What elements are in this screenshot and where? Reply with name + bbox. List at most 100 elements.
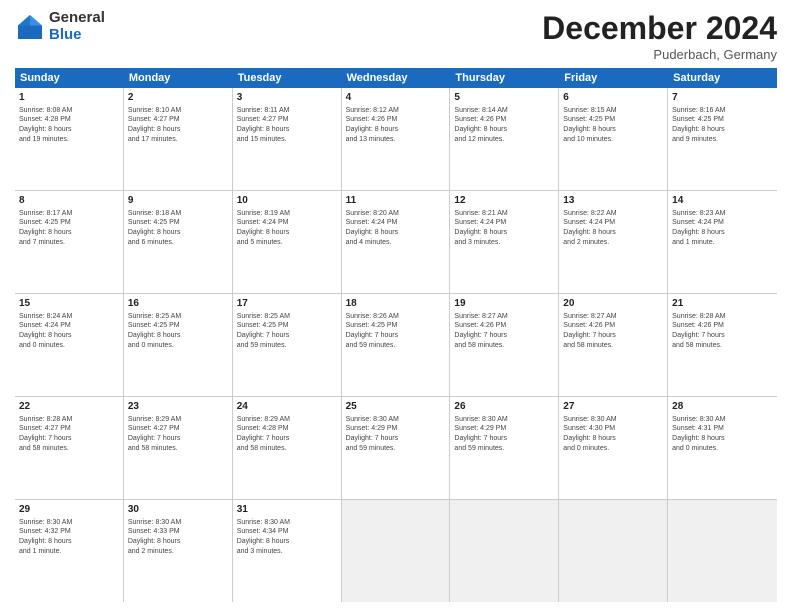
header-day-wednesday: Wednesday <box>342 68 451 88</box>
day-number: 15 <box>19 297 119 311</box>
day-info: Sunrise: 8:30 AMSunset: 4:31 PMDaylight:… <box>672 415 773 454</box>
day-number: 13 <box>563 194 663 208</box>
table-row: 2Sunrise: 8:10 AMSunset: 4:27 PMDaylight… <box>124 88 233 190</box>
logo-icon <box>15 12 45 42</box>
day-number: 28 <box>672 400 773 414</box>
table-row: 30Sunrise: 8:30 AMSunset: 4:33 PMDayligh… <box>124 500 233 602</box>
table-row: 9Sunrise: 8:18 AMSunset: 4:25 PMDaylight… <box>124 191 233 293</box>
month-title: December 2024 <box>542 10 777 47</box>
calendar-row-1: 1Sunrise: 8:08 AMSunset: 4:28 PMDaylight… <box>15 88 777 191</box>
table-row: 21Sunrise: 8:28 AMSunset: 4:26 PMDayligh… <box>668 294 777 396</box>
day-info: Sunrise: 8:30 AMSunset: 4:29 PMDaylight:… <box>454 415 554 454</box>
day-info: Sunrise: 8:28 AMSunset: 4:27 PMDaylight:… <box>19 415 119 454</box>
header-day-sunday: Sunday <box>15 68 124 88</box>
table-row: 7Sunrise: 8:16 AMSunset: 4:25 PMDaylight… <box>668 88 777 190</box>
day-info: Sunrise: 8:22 AMSunset: 4:24 PMDaylight:… <box>563 209 663 248</box>
table-row <box>559 500 668 602</box>
calendar: SundayMondayTuesdayWednesdayThursdayFrid… <box>15 68 777 602</box>
calendar-row-2: 8Sunrise: 8:17 AMSunset: 4:25 PMDaylight… <box>15 191 777 294</box>
day-info: Sunrise: 8:18 AMSunset: 4:25 PMDaylight:… <box>128 209 228 248</box>
day-number: 22 <box>19 400 119 414</box>
day-info: Sunrise: 8:27 AMSunset: 4:26 PMDaylight:… <box>454 312 554 351</box>
day-number: 21 <box>672 297 773 311</box>
table-row: 31Sunrise: 8:30 AMSunset: 4:34 PMDayligh… <box>233 500 342 602</box>
day-info: Sunrise: 8:11 AMSunset: 4:27 PMDaylight:… <box>237 106 337 145</box>
day-info: Sunrise: 8:24 AMSunset: 4:24 PMDaylight:… <box>19 312 119 351</box>
day-number: 19 <box>454 297 554 311</box>
day-number: 7 <box>672 91 773 105</box>
day-info: Sunrise: 8:23 AMSunset: 4:24 PMDaylight:… <box>672 209 773 248</box>
day-number: 10 <box>237 194 337 208</box>
day-info: Sunrise: 8:12 AMSunset: 4:26 PMDaylight:… <box>346 106 446 145</box>
table-row: 14Sunrise: 8:23 AMSunset: 4:24 PMDayligh… <box>668 191 777 293</box>
day-number: 11 <box>346 194 446 208</box>
calendar-row-4: 22Sunrise: 8:28 AMSunset: 4:27 PMDayligh… <box>15 397 777 500</box>
location: Puderbach, Germany <box>542 47 777 62</box>
day-info: Sunrise: 8:30 AMSunset: 4:29 PMDaylight:… <box>346 415 446 454</box>
logo-text: General Blue <box>49 10 105 43</box>
day-info: Sunrise: 8:19 AMSunset: 4:24 PMDaylight:… <box>237 209 337 248</box>
table-row: 16Sunrise: 8:25 AMSunset: 4:25 PMDayligh… <box>124 294 233 396</box>
page: General Blue December 2024 Puderbach, Ge… <box>0 0 792 612</box>
logo-general-text: General <box>49 10 105 27</box>
day-number: 20 <box>563 297 663 311</box>
table-row: 3Sunrise: 8:11 AMSunset: 4:27 PMDaylight… <box>233 88 342 190</box>
day-info: Sunrise: 8:29 AMSunset: 4:28 PMDaylight:… <box>237 415 337 454</box>
table-row: 12Sunrise: 8:21 AMSunset: 4:24 PMDayligh… <box>450 191 559 293</box>
day-info: Sunrise: 8:20 AMSunset: 4:24 PMDaylight:… <box>346 209 446 248</box>
table-row: 5Sunrise: 8:14 AMSunset: 4:26 PMDaylight… <box>450 88 559 190</box>
day-info: Sunrise: 8:10 AMSunset: 4:27 PMDaylight:… <box>128 106 228 145</box>
table-row: 23Sunrise: 8:29 AMSunset: 4:27 PMDayligh… <box>124 397 233 499</box>
header-day-friday: Friday <box>559 68 668 88</box>
day-number: 8 <box>19 194 119 208</box>
table-row: 19Sunrise: 8:27 AMSunset: 4:26 PMDayligh… <box>450 294 559 396</box>
day-info: Sunrise: 8:15 AMSunset: 4:25 PMDaylight:… <box>563 106 663 145</box>
header-day-tuesday: Tuesday <box>233 68 342 88</box>
table-row: 29Sunrise: 8:30 AMSunset: 4:32 PMDayligh… <box>15 500 124 602</box>
day-info: Sunrise: 8:27 AMSunset: 4:26 PMDaylight:… <box>563 312 663 351</box>
day-number: 27 <box>563 400 663 414</box>
day-info: Sunrise: 8:30 AMSunset: 4:33 PMDaylight:… <box>128 518 228 557</box>
day-number: 30 <box>128 503 228 517</box>
table-row: 27Sunrise: 8:30 AMSunset: 4:30 PMDayligh… <box>559 397 668 499</box>
day-info: Sunrise: 8:21 AMSunset: 4:24 PMDaylight:… <box>454 209 554 248</box>
table-row <box>668 500 777 602</box>
table-row: 24Sunrise: 8:29 AMSunset: 4:28 PMDayligh… <box>233 397 342 499</box>
day-number: 12 <box>454 194 554 208</box>
table-row: 18Sunrise: 8:26 AMSunset: 4:25 PMDayligh… <box>342 294 451 396</box>
day-number: 29 <box>19 503 119 517</box>
day-info: Sunrise: 8:30 AMSunset: 4:34 PMDaylight:… <box>237 518 337 557</box>
table-row <box>450 500 559 602</box>
day-info: Sunrise: 8:17 AMSunset: 4:25 PMDaylight:… <box>19 209 119 248</box>
day-number: 31 <box>237 503 337 517</box>
day-info: Sunrise: 8:16 AMSunset: 4:25 PMDaylight:… <box>672 106 773 145</box>
table-row: 6Sunrise: 8:15 AMSunset: 4:25 PMDaylight… <box>559 88 668 190</box>
header: General Blue December 2024 Puderbach, Ge… <box>15 10 777 62</box>
table-row: 11Sunrise: 8:20 AMSunset: 4:24 PMDayligh… <box>342 191 451 293</box>
table-row: 20Sunrise: 8:27 AMSunset: 4:26 PMDayligh… <box>559 294 668 396</box>
table-row: 8Sunrise: 8:17 AMSunset: 4:25 PMDaylight… <box>15 191 124 293</box>
day-number: 4 <box>346 91 446 105</box>
table-row <box>342 500 451 602</box>
table-row: 25Sunrise: 8:30 AMSunset: 4:29 PMDayligh… <box>342 397 451 499</box>
day-number: 25 <box>346 400 446 414</box>
day-number: 18 <box>346 297 446 311</box>
day-info: Sunrise: 8:30 AMSunset: 4:32 PMDaylight:… <box>19 518 119 557</box>
table-row: 10Sunrise: 8:19 AMSunset: 4:24 PMDayligh… <box>233 191 342 293</box>
day-number: 6 <box>563 91 663 105</box>
day-info: Sunrise: 8:30 AMSunset: 4:30 PMDaylight:… <box>563 415 663 454</box>
table-row: 1Sunrise: 8:08 AMSunset: 4:28 PMDaylight… <box>15 88 124 190</box>
day-info: Sunrise: 8:14 AMSunset: 4:26 PMDaylight:… <box>454 106 554 145</box>
table-row: 28Sunrise: 8:30 AMSunset: 4:31 PMDayligh… <box>668 397 777 499</box>
day-number: 1 <box>19 91 119 105</box>
header-day-monday: Monday <box>124 68 233 88</box>
day-info: Sunrise: 8:25 AMSunset: 4:25 PMDaylight:… <box>237 312 337 351</box>
day-number: 14 <box>672 194 773 208</box>
day-info: Sunrise: 8:25 AMSunset: 4:25 PMDaylight:… <box>128 312 228 351</box>
header-day-saturday: Saturday <box>668 68 777 88</box>
calendar-row-5: 29Sunrise: 8:30 AMSunset: 4:32 PMDayligh… <box>15 500 777 602</box>
day-number: 5 <box>454 91 554 105</box>
day-number: 24 <box>237 400 337 414</box>
day-info: Sunrise: 8:26 AMSunset: 4:25 PMDaylight:… <box>346 312 446 351</box>
logo: General Blue <box>15 10 105 43</box>
